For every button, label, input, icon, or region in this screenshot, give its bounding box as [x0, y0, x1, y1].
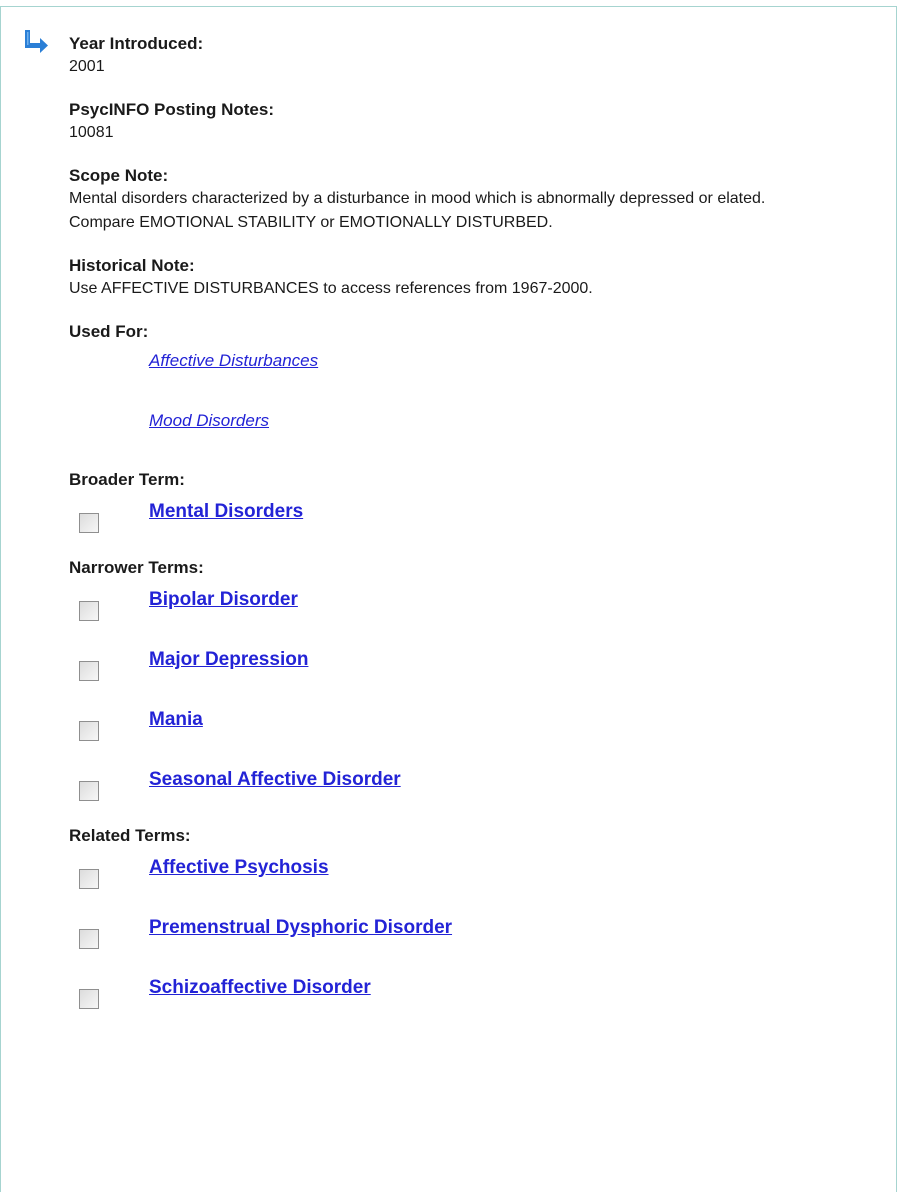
historical-note-section: Historical Note: Use AFFECTIVE DISTURBAN… [69, 255, 869, 301]
scope-note-label: Scope Note: [69, 166, 169, 185]
used-for-list: Affective Disturbances Mood Disorders [149, 349, 869, 469]
checkbox-icon[interactable] [79, 989, 99, 1009]
term-row: Affective Psychosis [69, 849, 869, 909]
term-link[interactable]: Bipolar Disorder [149, 587, 298, 613]
term-detail-panel: Year Introduced: 2001 PsycINFO Posting N… [0, 6, 897, 1192]
term-row: Mania [69, 701, 869, 761]
term-row: Schizoaffective Disorder [69, 969, 869, 1017]
term-row: Mental Disorders [69, 493, 869, 541]
scope-note-value: Mental disorders characterized by a dist… [69, 190, 766, 231]
used-for-section: Used For: Affective Disturbances Mood Di… [69, 321, 869, 469]
term-row: Major Depression [69, 641, 869, 701]
narrower-terms-label: Narrower Terms: [69, 558, 204, 577]
posting-notes-section: PsycINFO Posting Notes: 10081 [69, 99, 869, 145]
related-terms-label: Related Terms: [69, 826, 191, 845]
checkbox-icon[interactable] [79, 601, 99, 621]
year-introduced-section: Year Introduced: 2001 [69, 33, 869, 79]
posting-notes-label: PsycINFO Posting Notes: [69, 100, 274, 119]
used-for-link[interactable]: Mood Disorders [149, 409, 869, 469]
posting-notes-value: 10081 [69, 124, 114, 141]
checkbox-icon[interactable] [79, 721, 99, 741]
term-link[interactable]: Schizoaffective Disorder [149, 975, 371, 1001]
term-row: Premenstrual Dysphoric Disorder [69, 909, 869, 969]
term-link[interactable]: Major Depression [149, 647, 308, 673]
term-link[interactable]: Seasonal Affective Disorder [149, 767, 401, 793]
related-terms-section: Related Terms: Affective Psychosis Preme… [69, 825, 869, 1017]
checkbox-icon[interactable] [79, 869, 99, 889]
historical-note-label: Historical Note: [69, 256, 195, 275]
scope-note-section: Scope Note: Mental disorders characteriz… [69, 165, 869, 235]
arrow-right-turn-icon [25, 30, 48, 53]
term-link[interactable]: Premenstrual Dysphoric Disorder [149, 915, 452, 941]
used-for-link[interactable]: Affective Disturbances [149, 349, 869, 409]
term-link[interactable]: Mania [149, 707, 203, 733]
year-introduced-label: Year Introduced: [69, 34, 204, 53]
checkbox-icon[interactable] [79, 781, 99, 801]
used-for-label: Used For: [69, 322, 149, 341]
term-row: Seasonal Affective Disorder [69, 761, 869, 809]
checkbox-icon[interactable] [79, 661, 99, 681]
term-link[interactable]: Mental Disorders [149, 499, 303, 525]
term-link[interactable]: Affective Psychosis [149, 855, 329, 881]
year-introduced-value: 2001 [69, 58, 105, 75]
checkbox-icon[interactable] [79, 929, 99, 949]
historical-note-value: Use AFFECTIVE DISTURBANCES to access ref… [69, 280, 593, 297]
broader-term-section: Broader Term: Mental Disorders [69, 469, 869, 541]
narrower-terms-section: Narrower Terms: Bipolar Disorder Major D… [69, 557, 869, 809]
checkbox-icon[interactable] [79, 513, 99, 533]
broader-term-label: Broader Term: [69, 470, 185, 489]
term-row: Bipolar Disorder [69, 581, 869, 641]
term-detail-content: Year Introduced: 2001 PsycINFO Posting N… [69, 33, 869, 1033]
